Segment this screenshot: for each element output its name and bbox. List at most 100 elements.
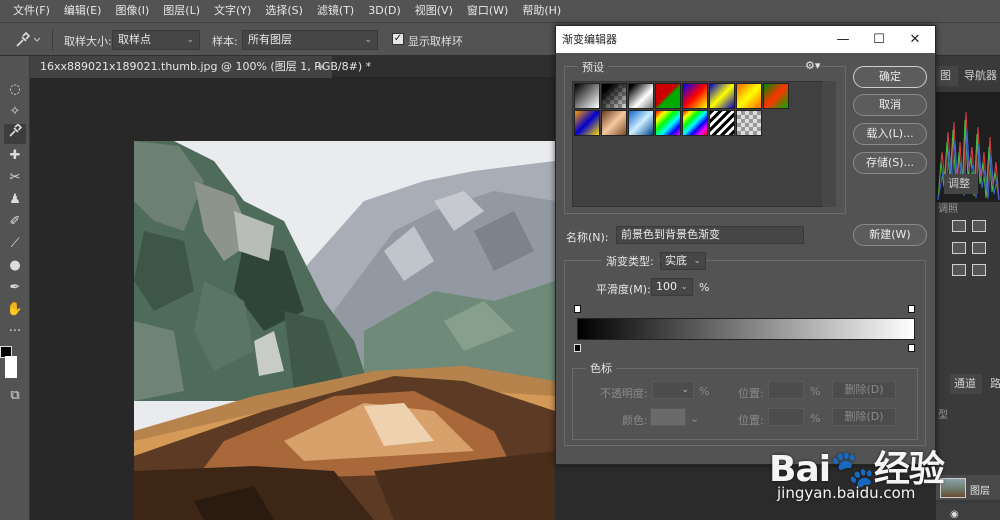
presets-grid <box>572 81 836 207</box>
channels-tab[interactable]: 通道 <box>950 374 982 394</box>
invert-icon[interactable] <box>952 264 966 276</box>
eyedropper-tool-icon[interactable] <box>4 123 26 144</box>
menu-type[interactable]: 文字(Y) <box>207 0 258 22</box>
stops-group-label: 色标 <box>586 360 616 376</box>
color-location-input[interactable] <box>768 408 804 426</box>
eyedropper-icon[interactable] <box>14 31 44 48</box>
close-icon[interactable]: × <box>317 56 326 78</box>
gradient-preview-bar[interactable] <box>577 318 915 340</box>
opacity-input[interactable]: ⌄ <box>652 381 694 399</box>
location-label-2: 位置: <box>738 414 764 427</box>
color-label: 颜色: <box>622 414 648 427</box>
gear-icon[interactable]: ⚙▾ <box>805 59 820 72</box>
preset-swatch[interactable] <box>709 110 735 136</box>
ok-button[interactable]: 确定 <box>853 66 927 88</box>
preset-swatch[interactable] <box>682 110 708 136</box>
gradient-map-icon[interactable] <box>972 264 986 276</box>
scissors-icon[interactable]: ✂ <box>4 168 26 188</box>
background-color-swatch[interactable] <box>5 356 17 378</box>
preset-swatch[interactable] <box>601 83 627 109</box>
sample-label: 样本: <box>212 35 238 48</box>
preset-swatch[interactable] <box>655 83 681 109</box>
name-input[interactable]: 前景色到背景色渐变 <box>616 226 804 244</box>
menu-layer[interactable]: 图层(L) <box>156 0 207 22</box>
histogram-tab[interactable]: 图 <box>936 66 958 86</box>
navigator-tab[interactable]: 导航器 <box>960 66 1000 86</box>
menu-view[interactable]: 视图(V) <box>408 0 460 22</box>
dodge-icon[interactable]: ● <box>4 256 26 276</box>
gradient-type-select[interactable]: 实底 ⌄ <box>660 252 706 270</box>
show-ring-checkbox[interactable]: ✓ <box>392 33 404 45</box>
lasso-icon[interactable]: ◌ <box>4 80 26 100</box>
delete-color-stop-button[interactable]: 删除(D) <box>832 408 896 426</box>
sample-select[interactable]: 所有图层 ⌄ <box>242 30 378 50</box>
black-white-icon[interactable] <box>972 242 986 254</box>
balance-icon[interactable] <box>952 242 966 254</box>
preset-swatch[interactable] <box>763 83 789 109</box>
menu-window[interactable]: 窗口(W) <box>460 0 515 22</box>
preset-swatch[interactable] <box>574 110 600 136</box>
stamp-icon[interactable]: ♟ <box>4 190 26 210</box>
baidu-jingyan-watermark: Bai🐾经验 jingyan.baidu.com <box>765 440 1000 520</box>
smoothness-input[interactable]: 100 ⌄ <box>651 278 693 296</box>
sample-size-select[interactable]: 取样点 ⌄ <box>112 30 200 50</box>
menu-select[interactable]: 选择(S) <box>258 0 310 22</box>
location-unit: % <box>810 385 821 398</box>
location-input[interactable] <box>768 381 804 399</box>
magic-wand-icon[interactable]: ✧ <box>4 102 26 122</box>
levels-icon[interactable] <box>972 220 986 232</box>
color-stop-left[interactable] <box>574 344 581 352</box>
document-image <box>134 141 555 520</box>
maximize-icon[interactable]: ☐ <box>861 26 897 53</box>
minimize-icon[interactable]: — <box>825 26 861 53</box>
preset-swatch[interactable] <box>682 83 708 109</box>
preset-swatch[interactable] <box>655 110 681 136</box>
load-button[interactable]: 载入(L)... <box>853 123 927 145</box>
gradient-tool-icon[interactable]: ⟋ <box>4 234 26 254</box>
menu-bar: 文件(F) 编辑(E) 图像(I) 图层(L) 文字(Y) 选择(S) 滤镜(T… <box>0 0 1000 22</box>
presets-scrollbar[interactable] <box>822 81 836 207</box>
color-stop-right[interactable] <box>908 344 915 352</box>
chevron-down-icon: ⌄ <box>681 385 689 395</box>
new-button[interactable]: 新建(W) <box>853 224 927 246</box>
preset-swatch[interactable] <box>574 83 600 109</box>
preset-swatch[interactable] <box>736 110 762 136</box>
more-tools-icon[interactable]: ··· <box>4 322 26 342</box>
options-separator <box>52 29 53 51</box>
preset-swatch[interactable] <box>736 83 762 109</box>
document-tab[interactable]: 16xx889021x189021.thumb.jpg @ 100% (图层 1… <box>30 56 371 78</box>
preset-swatch[interactable] <box>709 83 735 109</box>
screen-mode-icon[interactable]: ⧉ <box>4 386 26 406</box>
preset-swatch[interactable] <box>628 110 654 136</box>
canvas-area[interactable] <box>30 78 555 520</box>
cancel-button[interactable]: 取消 <box>853 94 927 116</box>
menu-filter[interactable]: 滤镜(T) <box>310 0 361 22</box>
smoothness-unit: % <box>699 281 710 294</box>
preset-swatch[interactable] <box>628 83 654 109</box>
opacity-stop-right[interactable] <box>908 305 915 313</box>
opacity-stop-left[interactable] <box>574 305 581 313</box>
pen-icon[interactable]: ✒ <box>4 278 26 298</box>
delete-opacity-stop-button[interactable]: 删除(D) <box>832 381 896 399</box>
menu-3d[interactable]: 3D(D) <box>361 0 408 22</box>
adjustments-label: 调照 <box>938 204 958 215</box>
hand-icon[interactable]: ✋ <box>4 300 26 320</box>
smoothness-value: 100 <box>656 280 677 293</box>
healing-brush-icon[interactable]: ✚ <box>4 146 26 166</box>
opacity-label: 不透明度: <box>600 387 648 400</box>
menu-image[interactable]: 图像(I) <box>108 0 156 22</box>
show-ring-label: 显示取样环 <box>408 35 463 48</box>
menu-file[interactable]: 文件(F) <box>6 0 57 22</box>
menu-edit[interactable]: 编辑(E) <box>57 0 109 22</box>
opacity-unit: % <box>699 385 710 398</box>
color-swatch-picker[interactable] <box>650 408 686 426</box>
watermark-url: jingyan.baidu.com <box>777 484 916 502</box>
eraser-icon[interactable]: ✐ <box>4 212 26 232</box>
brightness-icon[interactable] <box>952 220 966 232</box>
preset-swatch[interactable] <box>601 110 627 136</box>
paths-tab[interactable]: 路 <box>986 374 1000 394</box>
close-icon[interactable]: ✕ <box>897 26 933 53</box>
save-button[interactable]: 存储(S)... <box>853 152 927 174</box>
adjustments-tab[interactable]: 调整 <box>944 174 978 194</box>
menu-help[interactable]: 帮助(H) <box>515 0 568 22</box>
